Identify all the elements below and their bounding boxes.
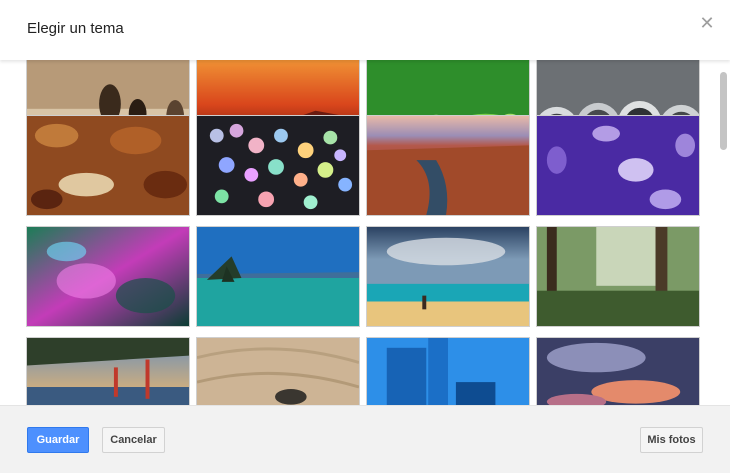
scrollbar[interactable] [717, 60, 730, 405]
theme-jellyfish[interactable] [536, 115, 700, 216]
theme-lake-shore[interactable] [196, 226, 360, 327]
dialog-title: Elegir un tema [27, 20, 124, 37]
dialog-footer: Guardar Cancelar Mis fotos [0, 405, 730, 473]
theme-sand[interactable] [196, 337, 360, 405]
theme-dialog: Elegir un tema ✕ Guardar Cancelar Mis fo… [0, 0, 730, 473]
theme-colorful-drops[interactable] [26, 226, 190, 327]
dialog-header: Elegir un tema ✕ [0, 0, 730, 60]
theme-forest[interactable] [536, 226, 700, 327]
my-photos-button[interactable]: Mis fotos [640, 427, 703, 453]
close-icon[interactable]: ✕ [697, 13, 717, 33]
theme-autumn-leaves[interactable] [26, 115, 190, 216]
theme-golden-gate[interactable] [26, 337, 190, 405]
save-button[interactable]: Guardar [27, 427, 89, 453]
theme-blue-buildings[interactable] [366, 337, 530, 405]
cancel-button[interactable]: Cancelar [102, 427, 165, 453]
theme-beach[interactable] [366, 226, 530, 327]
theme-gallery [0, 60, 730, 405]
theme-purple-clouds[interactable] [536, 337, 700, 405]
theme-bokeh[interactable] [196, 115, 360, 216]
scrollbar-thumb[interactable] [720, 72, 727, 150]
theme-canyon-river[interactable] [366, 115, 530, 216]
